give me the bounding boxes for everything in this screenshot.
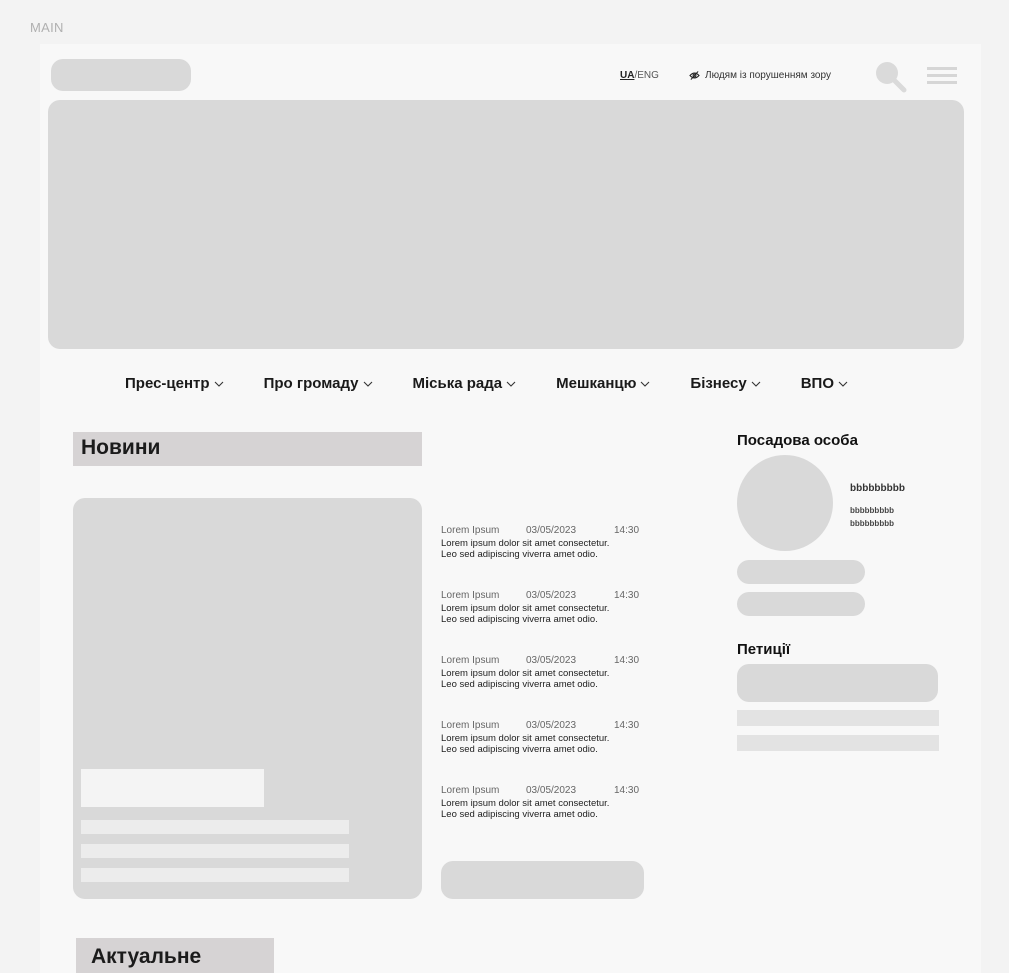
official-section-title: Посадова особа (737, 432, 858, 449)
chevron-down-icon (214, 381, 223, 387)
petition-text-placeholder (737, 735, 939, 751)
news-source: Lorem Ipsum (441, 785, 500, 796)
news-item[interactable]: Lorem Ipsum 03/05/2023 14:30 Lorem ipsum… (441, 655, 656, 720)
nav-item-residents[interactable]: Мешканцю (556, 375, 650, 392)
actual-section-title: Актуальне (76, 938, 274, 973)
official-avatar (737, 455, 833, 551)
chevron-down-icon (506, 381, 516, 387)
logo-placeholder[interactable] (51, 59, 191, 91)
nav-item-label: Про громаду (263, 375, 359, 392)
chevron-down-icon (838, 381, 848, 387)
official-subtitle: bbbbbbbbb (850, 519, 894, 528)
nav-item-label: Міська рада (412, 375, 503, 392)
news-time: 14:30 (614, 525, 640, 536)
nav-item-press-center[interactable]: Прес-центр (125, 375, 224, 392)
news-text-line: Lorem ipsum dolor sit amet consectetur. (441, 603, 610, 614)
nav-item-about-community[interactable]: Про громаду (264, 375, 373, 392)
news-time: 14:30 (614, 655, 640, 666)
nav-item-label: Бізнесу (690, 375, 747, 392)
nav-item-label: Прес-центр (125, 375, 210, 392)
nav-item-label: ВПО (800, 375, 834, 392)
news-text-line: Lorem ipsum dolor sit amet consectetur. (441, 798, 610, 809)
chevron-down-icon (751, 381, 761, 387)
featured-news-text-placeholder (81, 820, 349, 834)
news-text-line: Leo sed adipiscing viverra amet odio. (441, 678, 598, 690)
featured-news-text-placeholder (81, 844, 349, 858)
nav-item-label: Мешканцю (556, 375, 637, 392)
news-date: 03/05/2023 (526, 655, 577, 666)
news-item[interactable]: Lorem Ipsum 03/05/2023 14:30 Lorem ipsum… (441, 785, 656, 850)
nav-item-business[interactable]: Бізнесу (690, 375, 761, 392)
hamburger-menu-icon[interactable] (927, 65, 957, 87)
nav-item-city-council[interactable]: Міська рада (413, 375, 517, 392)
news-date: 03/05/2023 (526, 720, 577, 731)
news-item[interactable]: Lorem Ipsum 03/05/2023 14:30 Lorem ipsum… (441, 590, 656, 655)
petitions-section-title: Петиції (737, 641, 791, 658)
accessibility-label: Людям із порушенням зору (705, 70, 831, 81)
frame-label: MAIN (30, 20, 64, 35)
official-subtitle: bbbbbbbbb (850, 506, 894, 515)
official-link-placeholder[interactable] (737, 592, 865, 616)
search-icon[interactable] (873, 59, 909, 95)
lang-ua[interactable]: UA (620, 70, 634, 81)
accessibility-link[interactable]: Людям із порушенням зору (689, 70, 831, 81)
news-text-line: Leo sed adipiscing viverra amet odio. (441, 743, 598, 755)
news-item[interactable]: Lorem Ipsum 03/05/2023 14:30 Lorem ipsum… (441, 720, 656, 785)
news-source: Lorem Ipsum (441, 655, 500, 666)
more-news-button[interactable] (441, 861, 644, 899)
lang-eng[interactable]: ENG (637, 70, 659, 81)
news-text-line: Lorem ipsum dolor sit amet consectetur. (441, 668, 610, 679)
news-text-line: Leo sed adipiscing viverra amet odio. (441, 613, 598, 625)
official-link-placeholder[interactable] (737, 560, 865, 584)
chevron-down-icon (363, 381, 372, 387)
petition-card-placeholder[interactable] (737, 664, 938, 702)
news-text-line: Leo sed adipiscing viverra amet odio. (441, 808, 598, 820)
language-switcher[interactable]: UA/ENG (620, 70, 659, 81)
featured-news-text-placeholder (81, 868, 349, 882)
chevron-down-icon (641, 381, 650, 387)
news-text-line: Leo sed adipiscing viverra amet odio. (441, 548, 598, 560)
news-text-line: Lorem ipsum dolor sit amet consectetur. (441, 538, 610, 549)
news-list: Lorem Ipsum 03/05/2023 14:30 Lorem ipsum… (441, 525, 656, 850)
news-time: 14:30 (614, 785, 640, 796)
news-date: 03/05/2023 (526, 590, 577, 601)
main-nav: Прес-центр Про громаду Міська рада Мешка… (125, 375, 848, 392)
news-time: 14:30 (614, 590, 640, 601)
news-date: 03/05/2023 (526, 785, 577, 796)
news-section-title: Новини (73, 432, 422, 466)
news-source: Lorem Ipsum (441, 720, 500, 731)
nav-item-idp[interactable]: ВПО (801, 375, 848, 392)
eye-off-icon (689, 71, 700, 80)
news-item[interactable]: Lorem Ipsum 03/05/2023 14:30 Lorem ipsum… (441, 525, 656, 590)
petition-text-placeholder (737, 710, 939, 726)
news-source: Lorem Ipsum (441, 590, 500, 601)
featured-news-card[interactable] (73, 498, 422, 899)
news-text-line: Lorem ipsum dolor sit amet consectetur. (441, 733, 610, 744)
main-page: UA/ENG Людям із порушенням зору Прес-цен… (40, 44, 981, 973)
featured-news-label-placeholder (81, 769, 264, 807)
news-date: 03/05/2023 (526, 525, 577, 536)
hero-banner (48, 100, 964, 349)
news-source: Lorem Ipsum (441, 525, 500, 536)
news-time: 14:30 (614, 720, 640, 731)
official-name: bbbbbbbbb (850, 483, 905, 494)
